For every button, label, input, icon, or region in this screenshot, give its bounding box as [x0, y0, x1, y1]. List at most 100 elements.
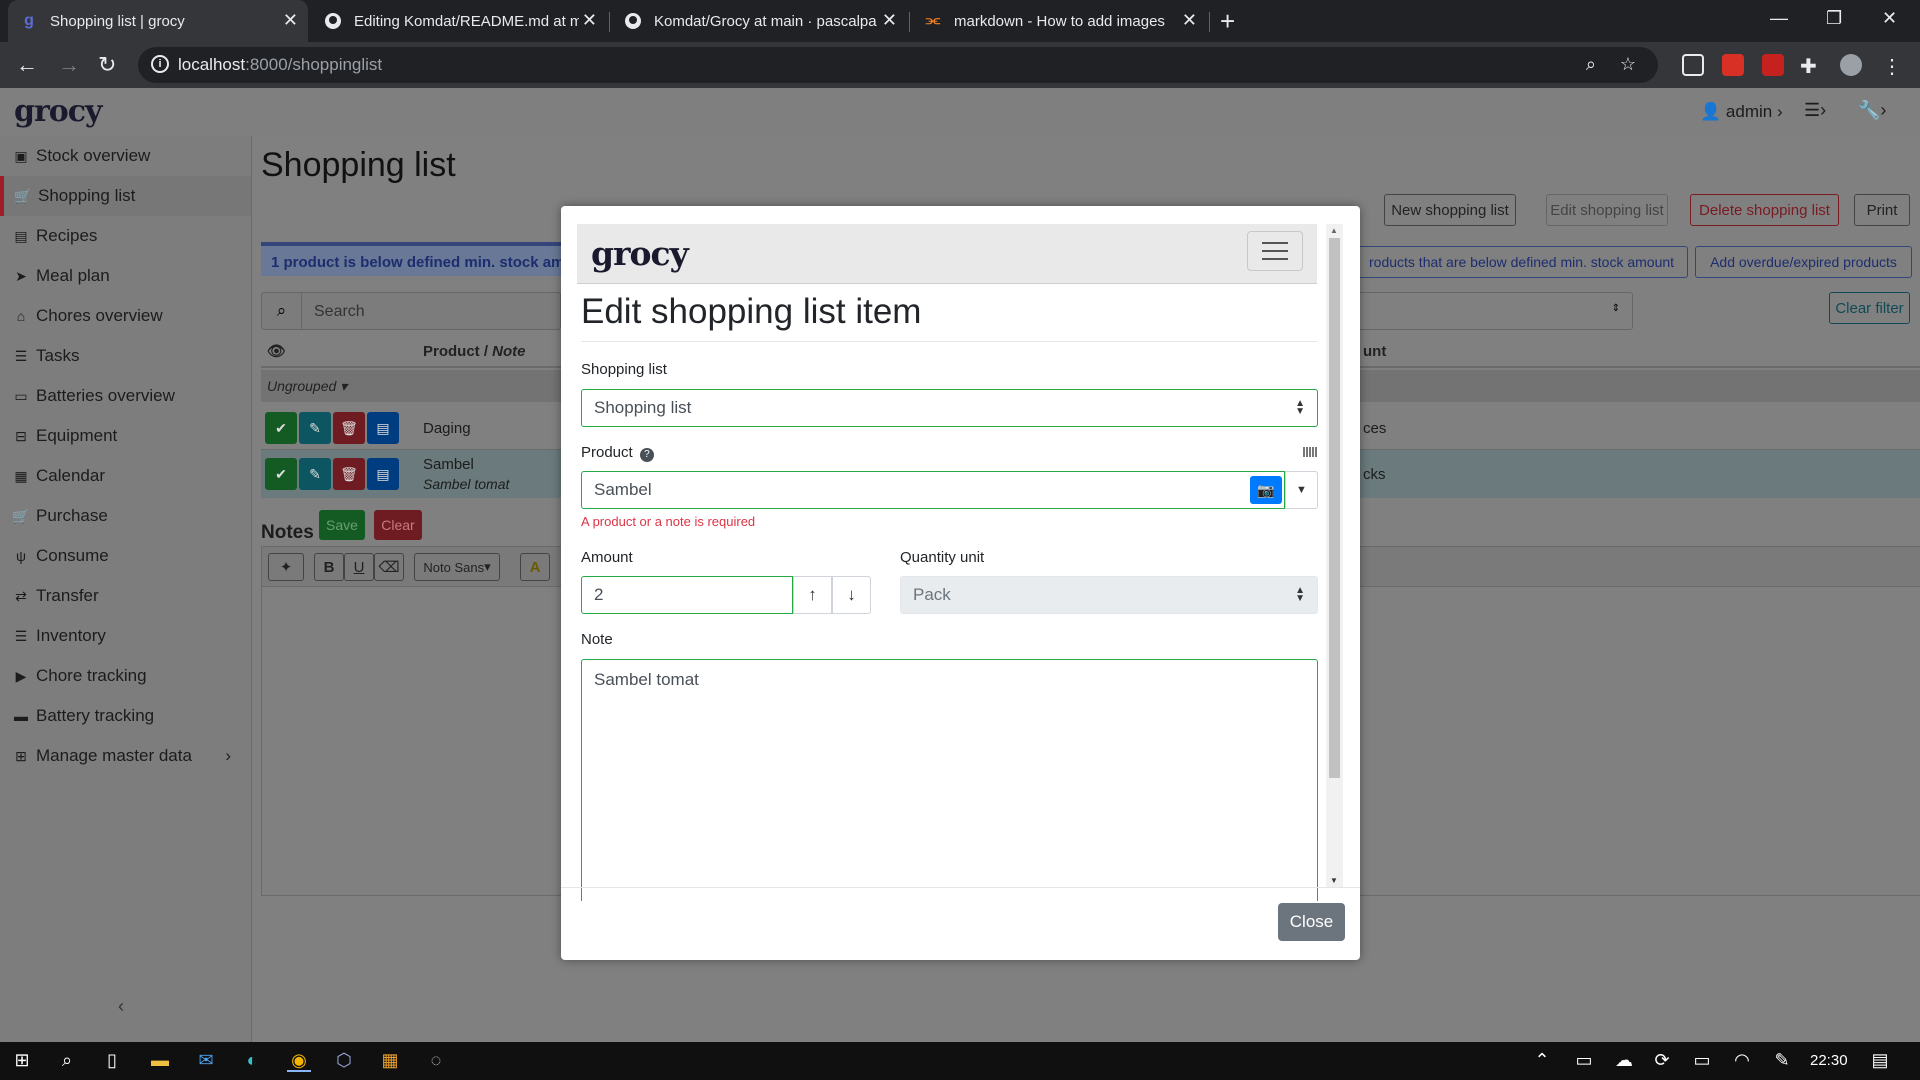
sidebar-item-transfer[interactable]: ⇄ Transfer [0, 576, 251, 616]
tab-editing-readme[interactable]: Editing Komdat/README.md at m ✕ [312, 0, 607, 42]
back-icon[interactable]: ← [16, 52, 38, 78]
amount-input[interactable]: 2 [581, 576, 793, 614]
modal-scrollbar[interactable]: ▲ ▼ [1326, 224, 1343, 887]
close-tab-icon[interactable]: ✕ [582, 10, 597, 31]
sidebar-item-tasks[interactable]: ☰ Tasks [0, 336, 251, 376]
extension-red-icon[interactable] [1722, 54, 1744, 76]
notes-clear-button[interactable]: Clear [374, 510, 422, 540]
puzzle-extensions-icon[interactable]: ✚ [1800, 54, 1822, 78]
trash-icon[interactable]: 🗑 [333, 458, 365, 490]
search-input[interactable]: ⌕ Search [261, 292, 561, 330]
view-menu-icon[interactable]: ☰› [1804, 100, 1826, 121]
sidebar-item-calendar[interactable]: ▦ Calendar [0, 456, 251, 496]
trash-icon[interactable]: 🗑 [333, 412, 365, 444]
hamburger-menu-icon[interactable] [1247, 231, 1303, 271]
scroll-down-icon[interactable]: ▼ [1330, 876, 1338, 885]
site-info-icon[interactable]: i [151, 55, 169, 73]
scrollbar-thumb[interactable] [1329, 238, 1340, 778]
sidebar-item-purchase[interactable]: 🛒 Purchase [0, 496, 251, 536]
check-icon[interactable]: ✔ [265, 412, 297, 444]
arrow-down-icon[interactable]: ↓ [832, 576, 871, 614]
arrow-up-icon[interactable]: ↑ [793, 576, 832, 614]
new-tab-icon[interactable]: + [1220, 6, 1235, 37]
shopping-list-select[interactable]: Shopping list ▲ ▼ [581, 389, 1318, 427]
note-textarea[interactable]: Sambel tomat [581, 659, 1318, 901]
meet-icon[interactable]: ▭ [1572, 1050, 1596, 1072]
sidebar-item-consume[interactable]: ψ Consume [0, 536, 251, 576]
sidebar-item-manage-master-data[interactable]: ⊞ Manage master data › [0, 736, 251, 776]
profile-avatar-icon[interactable] [1840, 54, 1862, 76]
product-input[interactable]: Sambel 📷 [581, 471, 1285, 509]
underline-icon[interactable]: U [344, 553, 374, 581]
restore-icon[interactable]: ❐ [1826, 8, 1842, 29]
browser-menu-icon[interactable]: ⋮ [1882, 54, 1904, 78]
sidebar-item-shopping-list[interactable]: 🛒 Shopping list [0, 176, 251, 216]
clock[interactable]: 22:30 [1810, 1052, 1848, 1069]
text-color-icon[interactable]: A [520, 553, 550, 581]
box-add-icon[interactable]: ▤ [367, 412, 399, 444]
close-button[interactable]: Close [1278, 903, 1345, 941]
chevron-up-icon[interactable]: ⌃ [1530, 1050, 1554, 1072]
settings-wrench-icon[interactable]: 🔧› [1858, 100, 1886, 121]
help-icon[interactable]: ? [639, 448, 654, 462]
url-input[interactable]: i localhost:8000/shoppinglist ☆ ⌕ [138, 47, 1658, 83]
search-icon[interactable]: ⌕ [55, 1050, 79, 1072]
sidebar-item-inventory[interactable]: ☰ Inventory [0, 616, 251, 656]
eraser-icon[interactable]: ⌫ [374, 553, 404, 581]
sync-icon[interactable]: ⟳ [1650, 1050, 1674, 1072]
app-icon[interactable]: ◌ [424, 1050, 448, 1072]
new-shopping-list-button[interactable]: New shopping list [1384, 194, 1516, 226]
magic-wand-icon[interactable]: ✦ [268, 553, 304, 581]
font-family-select[interactable]: Noto Sans ▾ [414, 553, 500, 581]
product-dropdown-toggle[interactable]: ▼ [1285, 471, 1318, 509]
user-menu[interactable]: 👤 admin › [1700, 102, 1783, 122]
extension-pocket-icon[interactable] [1762, 54, 1784, 76]
file-explorer-icon[interactable]: ▬ [148, 1050, 172, 1072]
sidebar-item-equipment[interactable]: ⊟ Equipment [0, 416, 251, 456]
add-overdue-products-button[interactable]: Add overdue/expired products [1695, 246, 1912, 278]
star-icon[interactable]: ☆ [1620, 54, 1636, 75]
sidebar-item-chore-tracking[interactable]: ▶ Chore tracking [0, 656, 251, 696]
tab-komdat-grocy[interactable]: Komdat/Grocy at main · pascalpa ✕ [612, 0, 907, 42]
mail-icon[interactable]: ✉ [194, 1050, 218, 1072]
minimize-icon[interactable]: — [1770, 8, 1788, 29]
battery-icon[interactable]: ▭ [1690, 1050, 1714, 1072]
edit-shopping-list-button[interactable]: Edit shopping list [1546, 194, 1668, 226]
edge-icon[interactable]: ◐ [240, 1050, 264, 1072]
onedrive-icon[interactable]: ☁ [1612, 1050, 1636, 1072]
bold-icon[interactable]: B [314, 553, 344, 581]
extension-screen-icon[interactable] [1682, 54, 1704, 76]
sidebar-item-chores-overview[interactable]: ⌂ Chores overview [0, 296, 251, 336]
tab-markdown-images[interactable]: ⫘ markdown - How to add images ✕ [912, 0, 1207, 42]
windows-start-icon[interactable]: ⊞ [10, 1050, 34, 1072]
camera-barcode-icon[interactable]: 📷 [1250, 476, 1282, 504]
window-close-icon[interactable]: ✕ [1882, 8, 1897, 29]
print-button[interactable]: Print [1854, 194, 1910, 226]
app-icon[interactable]: ▦ [378, 1050, 402, 1072]
sidebar-item-battery-tracking[interactable]: ▬ Battery tracking [0, 696, 251, 736]
wifi-icon[interactable]: ◠ [1730, 1050, 1754, 1072]
scroll-up-icon[interactable]: ▲ [1330, 226, 1338, 235]
close-tab-icon[interactable]: ✕ [1182, 10, 1197, 31]
virtualbox-icon[interactable]: ⬡ [332, 1050, 356, 1072]
close-tab-icon[interactable]: ✕ [882, 10, 897, 31]
check-icon[interactable]: ✔ [265, 458, 297, 490]
forward-icon[interactable]: → [58, 52, 80, 78]
close-tab-icon[interactable]: ✕ [283, 10, 298, 31]
task-view-icon[interactable]: ▯ [100, 1050, 124, 1072]
pen-icon[interactable]: ✎ [1770, 1050, 1794, 1072]
sidebar-item-batteries-overview[interactable]: ▭ Batteries overview [0, 376, 251, 416]
eye-icon[interactable]: 👁 [267, 342, 286, 360]
chrome-icon[interactable]: ◉ [287, 1050, 311, 1072]
edit-icon[interactable]: ✎ [299, 412, 331, 444]
box-add-icon[interactable]: ▤ [367, 458, 399, 490]
delete-shopping-list-button[interactable]: Delete shopping list [1690, 194, 1839, 226]
edit-icon[interactable]: ✎ [299, 458, 331, 490]
add-below-min-products-button[interactable]: roducts that are below defined min. stoc… [1358, 246, 1688, 278]
tab-shopping-list[interactable]: g Shopping list | grocy ✕ [8, 0, 308, 42]
barcode-icon[interactable] [1303, 447, 1317, 457]
zoom-icon[interactable]: ⌕ [1586, 54, 1596, 75]
sidebar-item-stock-overview[interactable]: ▣ Stock overview [0, 136, 251, 176]
sidebar-item-meal-plan[interactable]: ➤ Meal plan [0, 256, 251, 296]
notes-save-button[interactable]: Save [319, 510, 365, 540]
